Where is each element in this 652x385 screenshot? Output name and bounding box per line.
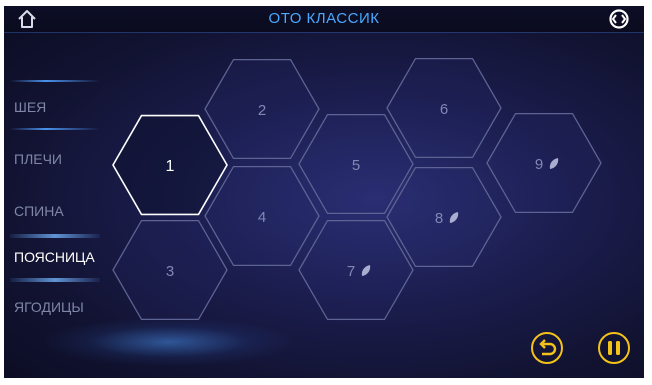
program-cell-1[interactable]: 1: [112, 114, 228, 216]
program-cell-9[interactable]: 9: [486, 112, 602, 214]
program-cell-8[interactable]: 8: [386, 166, 502, 268]
program-cell-7[interactable]: 7: [298, 219, 414, 321]
hexagon-shape: [298, 219, 414, 321]
program-number: 6: [440, 101, 448, 118]
program-number: 3: [166, 263, 174, 280]
program-number: 8: [435, 210, 443, 227]
program-number: 7: [347, 263, 355, 280]
program-number: 9: [535, 156, 543, 173]
program-cell-2[interactable]: 2: [204, 58, 320, 160]
program-grid: 1 2 3 4 5 6 7 8 9: [112, 57, 602, 321]
program-cell-3[interactable]: 3: [112, 219, 228, 321]
hexagon-shape: [386, 166, 502, 268]
program-cell-4[interactable]: 4: [204, 165, 320, 267]
return-arrow-icon: [539, 339, 557, 356]
program-number: 2: [258, 102, 266, 119]
back-button[interactable]: [531, 332, 563, 364]
program-cell-5[interactable]: 5: [298, 113, 414, 215]
hexagon-shape: [486, 112, 602, 214]
pause-button[interactable]: [598, 332, 630, 364]
program-number: 4: [258, 209, 266, 226]
screen: ОТО КЛАССИК ШЕЯ ПЛЕЧИ СПИНА ПОЯСНИЦА ЯГО…: [4, 6, 644, 378]
program-cell-6[interactable]: 6: [386, 57, 502, 159]
program-number: 1: [166, 158, 175, 175]
pause-icon: [608, 341, 620, 355]
program-number: 5: [352, 157, 360, 174]
